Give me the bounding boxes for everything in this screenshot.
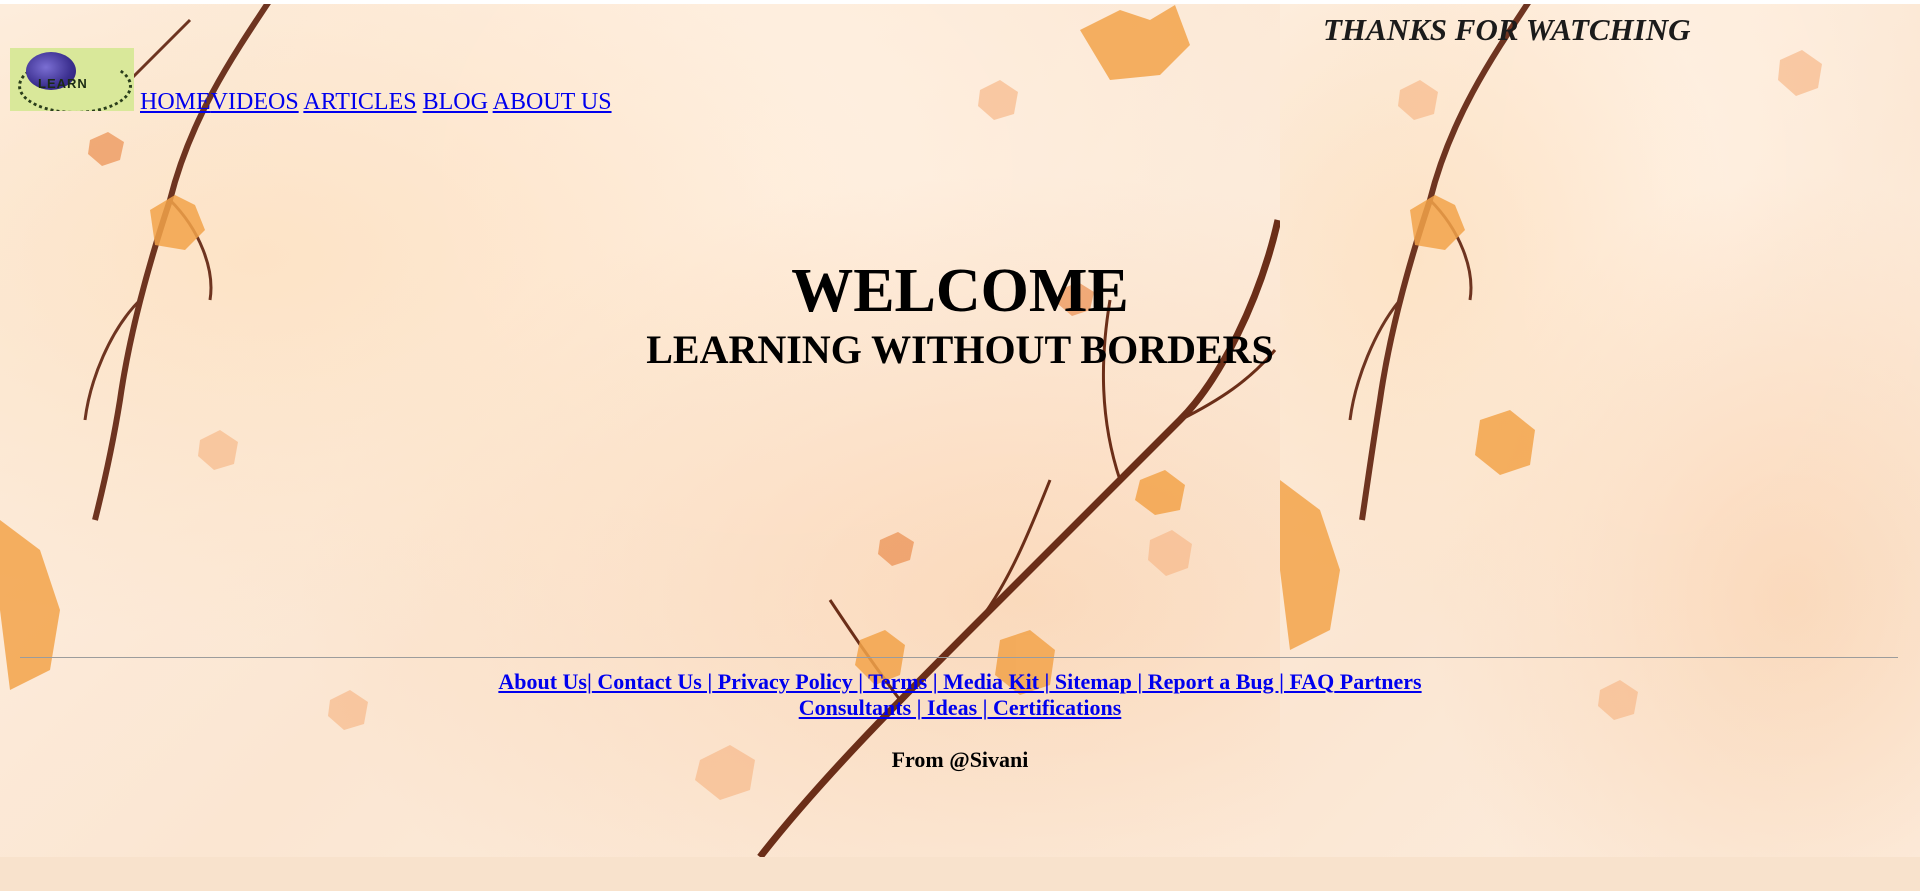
footer-link-terms[interactable]: Terms | xyxy=(863,669,937,694)
footer-link-media-kit[interactable]: Media Kit | xyxy=(938,669,1049,694)
author-credit: From @Sivani xyxy=(891,747,1029,772)
learn-logo: LEARN xyxy=(10,48,134,111)
nav-link-videos[interactable]: VIDEOS xyxy=(211,89,299,115)
footer-link-faq[interactable]: FAQ xyxy=(1284,669,1334,694)
nav-link-home[interactable]: HOME xyxy=(140,89,211,115)
main-nav: HOMEVIDEOS ARTICLES BLOG ABOUT US xyxy=(140,89,612,116)
thanks-for-watching-heading: THANKS FOR WATCHING xyxy=(1323,12,1691,47)
footer-link-about-us[interactable]: About Us| xyxy=(498,669,591,694)
footer-link-sitemap[interactable]: Sitemap | xyxy=(1049,669,1142,694)
footer-link-partners[interactable]: Partners xyxy=(1334,669,1422,694)
page-content: LEARN HOMEVIDEOS ARTICLES BLOG ABOUT US … xyxy=(0,0,1920,891)
footer-divider xyxy=(20,657,1898,658)
logo-text: LEARN xyxy=(38,76,88,91)
footer-link-consultants[interactable]: Consultants | xyxy=(799,695,922,720)
footer-link-contact-us[interactable]: Contact Us | xyxy=(592,669,712,694)
nav-link-articles[interactable]: ARTICLES xyxy=(303,89,416,115)
page-subtitle: LEARNING WITHOUT BORDERS xyxy=(646,327,1274,372)
nav-link-blog[interactable]: BLOG xyxy=(423,89,488,115)
nav-link-about-us[interactable]: ABOUT US xyxy=(493,89,612,115)
page-title: WELCOME xyxy=(791,257,1129,325)
footer-link-report-a-bug[interactable]: Report a Bug | xyxy=(1142,669,1284,694)
footer-link-ideas[interactable]: Ideas | xyxy=(922,695,987,720)
footer-link-privacy-policy[interactable]: Privacy Policy | xyxy=(712,669,863,694)
footer-links: About Us| Contact Us | Privacy Policy | … xyxy=(0,669,1920,721)
footer-link-certifications[interactable]: Certifications xyxy=(988,695,1121,720)
